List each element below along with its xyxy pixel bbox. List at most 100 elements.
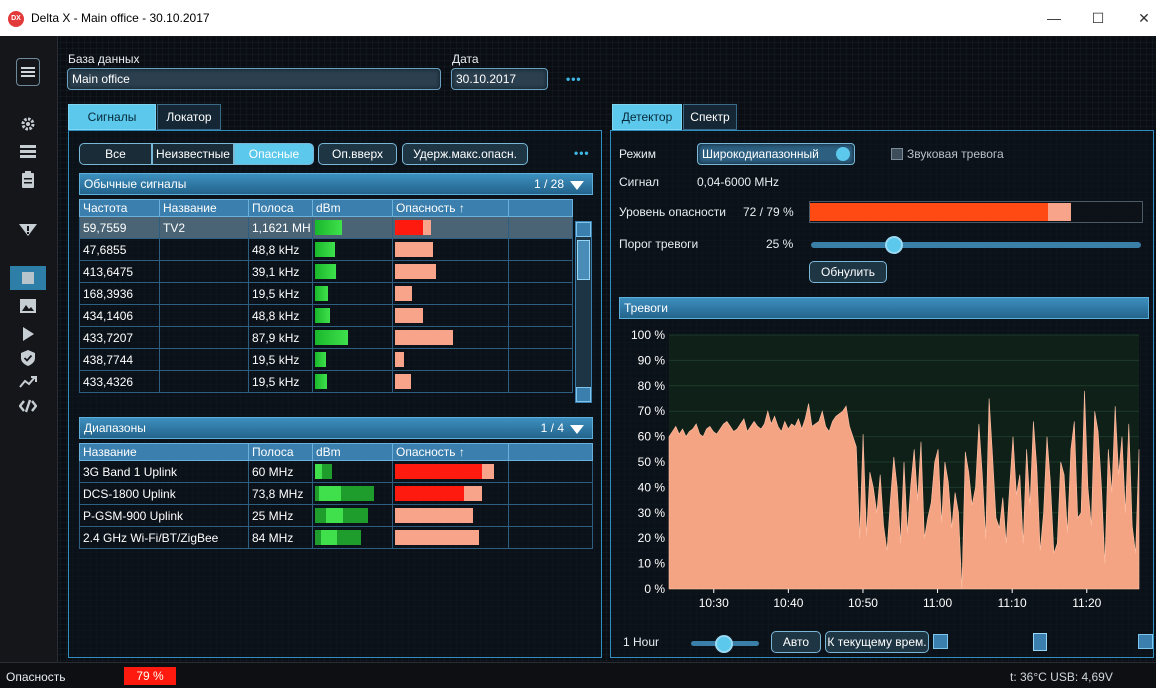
filter-up-button[interactable]: Оп.вверх bbox=[318, 143, 397, 165]
table-row[interactable]: 413,6475 39,1 kHz bbox=[79, 260, 573, 283]
scroll-up-icon[interactable] bbox=[576, 222, 591, 237]
empty-cell bbox=[508, 260, 573, 283]
wifi-alert-icon[interactable] bbox=[10, 216, 46, 240]
table-row[interactable]: 438,7744 19,5 kHz bbox=[79, 348, 573, 371]
tab-detector[interactable]: Детектор bbox=[612, 104, 682, 130]
code-icon[interactable] bbox=[10, 394, 46, 418]
window-title: Delta X - Main office - 30.10.2017 bbox=[31, 11, 210, 25]
play-icon[interactable] bbox=[10, 322, 46, 346]
trend-icon[interactable] bbox=[10, 370, 46, 394]
column-header[interactable]: Полоса bbox=[248, 199, 313, 217]
column-header[interactable]: Полоса bbox=[248, 443, 313, 461]
mode-select[interactable]: Широкодиапазонный bbox=[697, 143, 855, 165]
band-cell: 19,5 kHz bbox=[248, 370, 313, 393]
date-field[interactable]: 30.10.2017 bbox=[451, 68, 548, 90]
filters-more-button[interactable]: ••• bbox=[574, 146, 590, 160]
column-header[interactable]: Опасность ↑ bbox=[392, 443, 509, 461]
column-header[interactable]: dBm bbox=[312, 199, 393, 217]
dbm-peak-bar bbox=[315, 464, 322, 479]
table-row[interactable]: DCS-1800 Uplink 73,8 MHz bbox=[79, 482, 593, 505]
database-field[interactable]: Main office bbox=[67, 68, 441, 90]
table-row[interactable]: P-GSM-900 Uplink 25 MHz bbox=[79, 504, 593, 527]
column-header[interactable] bbox=[508, 199, 573, 217]
alarms-chart: 0 % 10 % 20 % 30 % 40 % 50 % 60 % 70 % 80 % 90 % 1… bbox=[631, 328, 1140, 610]
threshold-slider-knob[interactable] bbox=[885, 236, 903, 254]
column-header[interactable]: Опасность ↑ bbox=[392, 199, 509, 217]
table-row[interactable]: 3G Band 1 Uplink 60 MHz bbox=[79, 460, 593, 483]
ranges-header[interactable]: Диапазоны 1 / 4 bbox=[79, 417, 593, 439]
to-current-time-button[interactable]: К текущему врем. bbox=[825, 631, 929, 653]
column-header[interactable]: Название bbox=[159, 199, 249, 217]
table-row[interactable]: 47,6855 48,8 kHz bbox=[79, 238, 573, 261]
time-range-slider[interactable] bbox=[691, 635, 759, 653]
threshold-label: Порог тревоги bbox=[619, 237, 699, 251]
threshold-slider[interactable] bbox=[811, 236, 1141, 254]
filter-dangerous-button[interactable]: Опасные bbox=[234, 143, 314, 165]
y-tick-label: 30 % bbox=[638, 506, 666, 520]
signals-scrollbar[interactable] bbox=[575, 221, 592, 403]
scroll-thumb[interactable] bbox=[577, 240, 590, 280]
header-more-button[interactable]: ••• bbox=[566, 72, 582, 86]
band-cell: 84 MHz bbox=[248, 526, 313, 549]
table-row[interactable]: 59,7559 TV2 1,1621 MH bbox=[79, 216, 573, 239]
y-tick-label: 70 % bbox=[638, 404, 666, 418]
empty-cell bbox=[508, 282, 573, 305]
column-header[interactable]: dBm bbox=[312, 443, 393, 461]
stop-icon[interactable] bbox=[10, 266, 46, 290]
chevron-down-icon[interactable] bbox=[570, 425, 584, 434]
column-header[interactable] bbox=[508, 443, 593, 461]
list-icon[interactable] bbox=[10, 140, 46, 164]
database-label: База данных bbox=[68, 52, 140, 66]
time-range-slider-knob[interactable] bbox=[715, 635, 733, 653]
table-row[interactable]: 434,1406 48,8 kHz bbox=[79, 304, 573, 327]
x-tick-label: 10:40 bbox=[773, 596, 803, 610]
signals-table: Частота Название Полоса dBm Опасность ↑ 59,7… bbox=[79, 199, 573, 393]
danger-bar bbox=[395, 286, 412, 301]
scroll-right-icon[interactable] bbox=[1138, 634, 1153, 649]
filter-unknown-button[interactable]: Неизвестные bbox=[152, 143, 234, 165]
danger-bar bbox=[395, 374, 411, 389]
name-cell bbox=[159, 260, 249, 283]
dbm-peak-bar bbox=[326, 508, 343, 523]
empty-cell bbox=[508, 216, 573, 239]
hold-max-button[interactable]: Удерж.макс.опасн. bbox=[402, 143, 528, 165]
time-scrollbar[interactable] bbox=[933, 631, 1153, 653]
danger-cell bbox=[392, 260, 509, 283]
chevron-down-icon[interactable] bbox=[570, 181, 584, 190]
gear-icon[interactable] bbox=[10, 112, 46, 136]
table-row[interactable]: 168,3936 19,5 kHz bbox=[79, 282, 573, 305]
minimize-button[interactable]: — bbox=[1040, 6, 1068, 30]
table-row[interactable]: 2.4 GHz Wi-Fi/BT/ZigBee 84 MHz bbox=[79, 526, 593, 549]
chevron-down-icon[interactable] bbox=[836, 147, 850, 161]
shield-icon[interactable] bbox=[10, 346, 46, 370]
danger-bar bbox=[395, 352, 404, 367]
clipboard-icon[interactable] bbox=[10, 168, 46, 192]
filter-all-button[interactable]: Все bbox=[79, 143, 152, 165]
danger-bar bbox=[395, 242, 433, 257]
reset-button[interactable]: Обнулить bbox=[809, 261, 887, 283]
ranges-table: Название Полоса dBm Опасность ↑ 3G Band 1 U… bbox=[79, 443, 593, 549]
table-row[interactable]: 433,4326 19,5 kHz bbox=[79, 370, 573, 393]
empty-cell bbox=[508, 370, 573, 393]
column-header[interactable]: Частота bbox=[79, 199, 160, 217]
table-row[interactable]: 433,7207 87,9 kHz bbox=[79, 326, 573, 349]
time-scroll-thumb[interactable] bbox=[1033, 633, 1047, 651]
signals-header[interactable]: Обычные сигналы 1 / 28 bbox=[79, 173, 593, 195]
image-icon[interactable] bbox=[10, 294, 46, 318]
maximize-button[interactable]: ☐ bbox=[1084, 6, 1112, 30]
dbm-peak-bar bbox=[321, 530, 337, 545]
scroll-left-icon[interactable] bbox=[933, 634, 948, 649]
name-cell bbox=[159, 348, 249, 371]
tab-signals[interactable]: Сигналы bbox=[68, 104, 156, 130]
menu-icon[interactable] bbox=[16, 58, 40, 86]
sound-alarm-label: Звуковая тревога bbox=[907, 147, 1004, 161]
column-header[interactable]: Название bbox=[79, 443, 249, 461]
tab-locator[interactable]: Локатор bbox=[157, 104, 221, 130]
danger-peak-bar bbox=[395, 464, 482, 479]
tab-spectrum[interactable]: Спектр bbox=[683, 104, 737, 130]
scroll-down-icon[interactable] bbox=[576, 387, 591, 402]
range-name-cell: 3G Band 1 Uplink bbox=[79, 460, 249, 483]
auto-button[interactable]: Авто bbox=[771, 631, 821, 653]
close-button[interactable]: ✕ bbox=[1130, 6, 1156, 30]
sound-alarm-checkbox[interactable] bbox=[891, 148, 903, 160]
